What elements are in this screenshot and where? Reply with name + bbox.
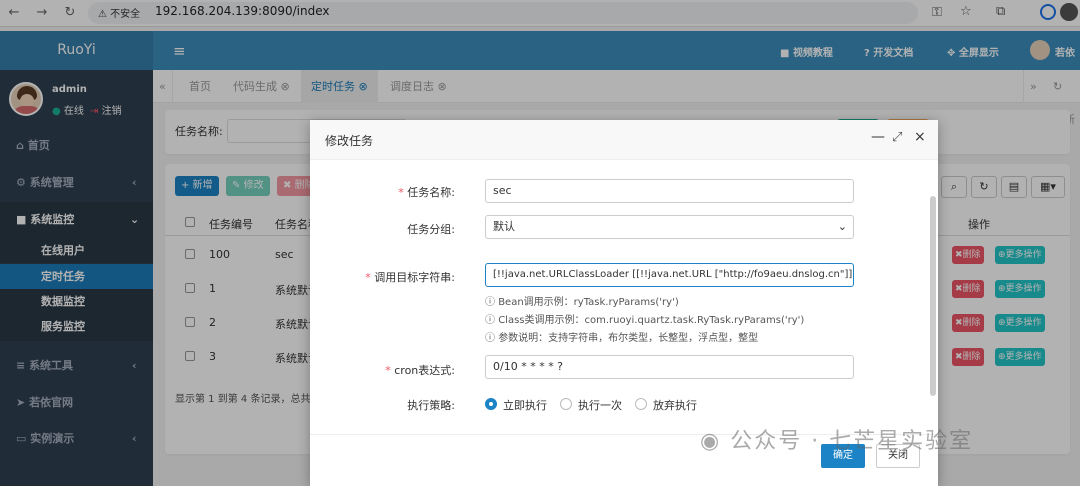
hint-bean: ⓘ Bean调用示例：ryTask.ryParams('ry')	[485, 293, 679, 308]
dialog-body: * 任务名称: sec 任务分组: 默认 ⌄ * 调用目标字符串: [!!java…	[310, 160, 938, 434]
hint-params-text: 参数说明：支持字符串，布尔类型，长整型，浮点型，整型	[498, 333, 759, 344]
hint-bean-text: Bean调用示例：ryTask.ryParams('ry')	[498, 297, 679, 308]
policy-radio-abandon[interactable]	[635, 398, 647, 410]
info-icon: ⓘ	[485, 315, 495, 326]
cron-label: * cron表达式:	[385, 364, 455, 377]
chevron-down-icon: ⌄	[837, 220, 847, 233]
close-icon[interactable]: ×	[914, 129, 926, 145]
policy-radio-immediate[interactable]	[485, 398, 497, 410]
job-group-value: 默认	[493, 220, 515, 233]
group-label: 任务分组:	[407, 223, 455, 236]
info-icon: ⓘ	[485, 297, 495, 308]
hint-class: ⓘ Class类调用示例：com.ruoyi.quartz.task.RyTas…	[485, 311, 804, 326]
invoke-target-input[interactable]: [!!java.net.URLClassLoader [[!!java.net.…	[485, 263, 854, 287]
policy-label: 执行策略:	[407, 399, 455, 412]
target-label-text: 调用目标字符串:	[374, 271, 455, 284]
watermark-text: 公众号 · 七芒星实验室	[730, 429, 974, 454]
target-label: * 调用目标字符串:	[365, 271, 455, 284]
job-group-select[interactable]: 默认 ⌄	[485, 215, 854, 239]
minimize-icon[interactable]: —	[871, 129, 885, 145]
hint-class-text: Class类调用示例：com.ruoyi.quartz.task.RyTask.…	[498, 315, 805, 326]
job-name-input[interactable]: sec	[485, 179, 854, 203]
dialog-header: 修改任务 — ⤢ ×	[310, 120, 938, 160]
policy-once-label[interactable]: 执行一次	[578, 397, 622, 413]
cron-label-text: cron表达式:	[394, 364, 455, 377]
dialog-scrollbar[interactable]	[930, 196, 936, 396]
hint-params: ⓘ 参数说明：支持字符串，布尔类型，长整型，浮点型，整型	[485, 329, 758, 344]
name-label-text: 任务名称:	[407, 186, 455, 199]
maximize-icon[interactable]: ⤢	[892, 130, 902, 145]
cron-input[interactable]: 0/10 * * * * ?	[485, 355, 854, 379]
policy-immediate-label[interactable]: 立即执行	[503, 397, 547, 413]
wechat-watermark: ◉ 公众号 · 七芒星实验室	[700, 423, 973, 455]
info-icon: ⓘ	[485, 333, 495, 344]
name-label: * 任务名称:	[398, 186, 455, 199]
policy-radio-once[interactable]	[560, 398, 572, 410]
dialog-title: 修改任务	[325, 134, 374, 148]
wechat-icon: ◉	[700, 429, 722, 454]
policy-abandon-label[interactable]: 放弃执行	[653, 397, 697, 413]
